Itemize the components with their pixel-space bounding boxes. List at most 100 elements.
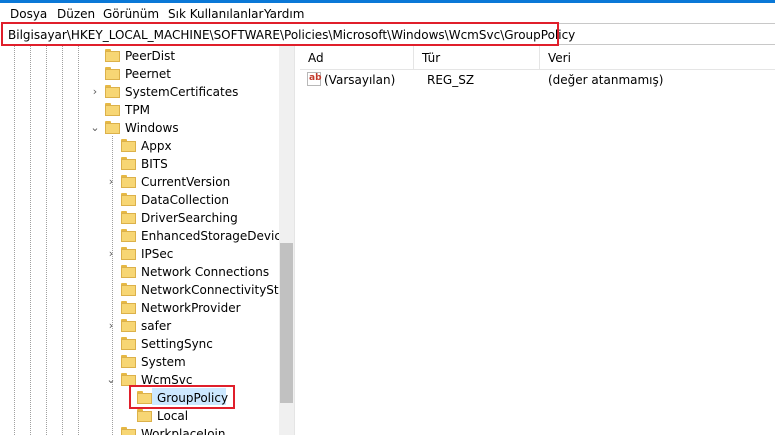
menu-favorites[interactable]: Sık Kullanılanlar: [168, 7, 263, 21]
folder-icon: [105, 121, 120, 134]
address-path: Bilgisayar\HKEY_LOCAL_MACHINE\SOFTWARE\P…: [8, 28, 576, 42]
chevron-right-icon[interactable]: ›: [105, 248, 117, 260]
menu-help[interactable]: Yardım: [264, 7, 304, 21]
expand-icon[interactable]: [89, 104, 101, 116]
value-data: (değer atanmamış): [548, 73, 664, 87]
tree-node-network-connections[interactable]: Network Connections: [0, 263, 279, 281]
values-list[interactable]: Ad Tür Veri ab (Varsayılan) REG_SZ (değe…: [300, 46, 775, 435]
folder-icon: [137, 409, 152, 422]
tree-node-ipsec[interactable]: › IPSec: [0, 245, 279, 263]
tree-node-label: System: [141, 355, 186, 369]
tree-node-label: CurrentVersion: [141, 175, 231, 189]
chevron-down-icon[interactable]: ⌄: [105, 374, 117, 386]
tree-node-label: GroupPolicy: [157, 391, 229, 405]
tree-node-label: Peernet: [125, 67, 171, 81]
expand-icon[interactable]: [105, 194, 117, 206]
folder-icon: [105, 85, 120, 98]
folder-icon: [121, 229, 136, 242]
tree-node-enhancedstoragedevices[interactable]: EnhancedStorageDevices: [0, 227, 294, 245]
chevron-right-icon[interactable]: ›: [89, 86, 101, 98]
tree-node-currentversion[interactable]: › CurrentVersion: [0, 173, 279, 191]
tree-node-networkconnectivitystatus[interactable]: NetworkConnectivityStatu: [0, 281, 294, 299]
expand-icon[interactable]: [89, 68, 101, 80]
expand-icon[interactable]: [105, 140, 117, 152]
tree-node-system[interactable]: System: [0, 353, 279, 371]
value-name: (Varsayılan): [324, 73, 396, 87]
tree-node-label: BITS: [141, 157, 168, 171]
folder-icon: [105, 67, 120, 80]
tree-scrollbar[interactable]: [279, 46, 294, 435]
expand-icon[interactable]: [105, 356, 117, 368]
column-header-data[interactable]: Veri: [540, 46, 775, 70]
tree-node-windows[interactable]: ⌄ Windows: [0, 119, 279, 137]
tree-node-peerdist[interactable]: PeerDist: [0, 47, 279, 65]
registry-tree[interactable]: PeerDist Peernet › SystemCertificates TP…: [0, 46, 294, 435]
tree-node-label: safer: [141, 319, 172, 333]
tree-node-label: SettingSync: [141, 337, 213, 351]
menu-bar: Dosya Düzen Görünüm Sık Kullanılanlar Ya…: [0, 3, 775, 24]
value-row[interactable]: ab (Varsayılan) REG_SZ (değer atanmamış): [300, 70, 775, 90]
address-bar[interactable]: Bilgisayar\HKEY_LOCAL_MACHINE\SOFTWARE\P…: [1, 22, 575, 46]
folder-icon: [121, 247, 136, 260]
chevron-right-icon[interactable]: ›: [105, 176, 117, 188]
tree-node-appx[interactable]: Appx: [0, 137, 279, 155]
tree-node-label: Local: [157, 409, 189, 423]
tree-node-label: Windows: [125, 121, 179, 135]
folder-icon: [121, 319, 136, 332]
tree-node-bits[interactable]: BITS: [0, 155, 279, 173]
folder-icon: [105, 49, 120, 62]
menu-file[interactable]: Dosya: [10, 7, 47, 21]
tree-node-label: SystemCertificates: [125, 85, 239, 99]
chevron-down-icon[interactable]: ⌄: [89, 122, 101, 134]
folder-icon: [121, 193, 136, 206]
menu-view[interactable]: Görünüm: [103, 7, 159, 21]
folder-icon: [121, 139, 136, 152]
folder-icon: [121, 175, 136, 188]
folder-icon: [121, 283, 136, 296]
tree-node-datacollection[interactable]: DataCollection: [0, 191, 279, 209]
folder-icon: [121, 337, 136, 350]
menu-edit[interactable]: Düzen: [57, 7, 95, 21]
folder-icon: [121, 355, 136, 368]
expand-icon[interactable]: [105, 338, 117, 350]
tree-node-label: PeerDist: [125, 49, 176, 63]
expand-icon[interactable]: [105, 230, 117, 242]
tree-node-grouppolicy[interactable]: GroupPolicy: [0, 389, 279, 407]
folder-icon: [121, 211, 136, 224]
chevron-right-icon[interactable]: ›: [105, 320, 117, 332]
address-bar-extension[interactable]: [559, 23, 775, 45]
tree-node-safer[interactable]: › safer: [0, 317, 279, 335]
expand-icon[interactable]: [105, 284, 117, 296]
tree-node-label: DriverSearching: [141, 211, 238, 225]
tree-node-tpm[interactable]: TPM: [0, 101, 279, 119]
tree-node-systemcertificates[interactable]: › SystemCertificates: [0, 83, 279, 101]
folder-icon: [121, 265, 136, 278]
column-header-type[interactable]: Tür: [414, 46, 540, 70]
tree-node-label: EnhancedStorageDevices: [141, 229, 294, 243]
expand-icon[interactable]: [105, 266, 117, 278]
tree-node-label: Network Connections: [141, 265, 270, 279]
tree-node-label: NetworkConnectivityStatu: [141, 283, 294, 297]
pane-splitter[interactable]: [294, 46, 299, 435]
tree-node-settingsync[interactable]: SettingSync: [0, 335, 279, 353]
tree-node-peernet[interactable]: Peernet: [0, 65, 279, 83]
tree-node-label: Appx: [141, 139, 172, 153]
folder-icon: [121, 301, 136, 314]
tree-node-local[interactable]: Local: [0, 407, 279, 425]
column-header-name[interactable]: Ad: [300, 46, 414, 70]
folder-icon: [121, 427, 136, 435]
string-value-icon: ab: [307, 72, 322, 86]
expand-icon[interactable]: [105, 212, 117, 224]
value-type: REG_SZ: [427, 73, 475, 87]
tree-node-label: DataCollection: [141, 193, 230, 207]
expand-icon[interactable]: [89, 50, 101, 62]
expand-icon[interactable]: [105, 302, 117, 314]
folder-icon: [121, 157, 136, 170]
tree-node-driversearching[interactable]: DriverSearching: [0, 209, 279, 227]
expand-icon[interactable]: [105, 158, 117, 170]
tree-node-networkprovider[interactable]: NetworkProvider: [0, 299, 279, 317]
tree-node-label: IPSec: [141, 247, 174, 261]
folder-icon: [105, 103, 120, 116]
scrollbar-thumb[interactable]: [280, 243, 293, 403]
tree-node-workplacejoin[interactable]: WorkplaceJoin: [0, 425, 279, 435]
